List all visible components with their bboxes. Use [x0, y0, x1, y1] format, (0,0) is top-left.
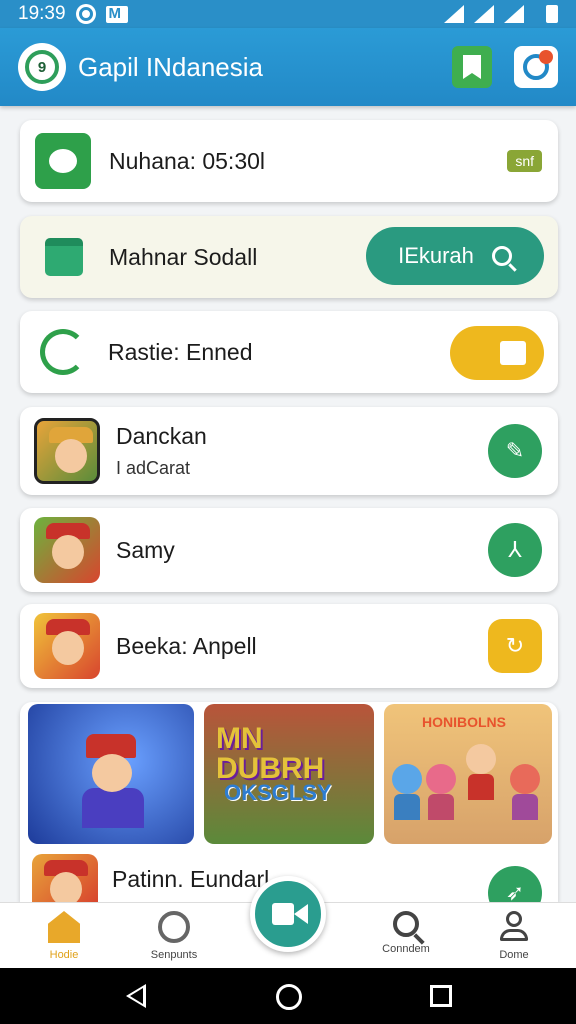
- refresh-icon: ↻: [505, 633, 525, 658]
- list-item-subtitle: I adCarat: [116, 458, 191, 478]
- notification-icon: [75, 4, 96, 24]
- person-icon: [498, 911, 530, 943]
- refresh-button[interactable]: [514, 46, 558, 88]
- ball-icon: [158, 911, 190, 943]
- featured-gallery: MN DUBRH OKSGLSY HONIBOLNS Patinn. Eunda…: [20, 702, 558, 920]
- notification-badge: [539, 50, 553, 64]
- search-button-label: IEkurah: [398, 243, 474, 268]
- back-icon[interactable]: [126, 984, 146, 1008]
- list-item-title: Samy: [116, 536, 175, 563]
- refresh-action-button[interactable]: ↻: [488, 619, 542, 673]
- system-navigation-bar: [0, 968, 576, 1024]
- list-item[interactable]: Samy ⅄: [20, 508, 558, 592]
- gallery-subtitle: OKSGLSY: [224, 780, 332, 805]
- home-circle-icon[interactable]: [276, 984, 302, 1010]
- app-bar: 9 Gapil INdanesia: [0, 28, 576, 106]
- list-item-title: Danckan: [116, 423, 207, 449]
- card-schedule[interactable]: Nuhana: 05:30l snf: [20, 120, 558, 202]
- edit-button[interactable]: ✎: [488, 424, 542, 478]
- game-thumbnail: [34, 613, 100, 679]
- video-call-button[interactable]: [250, 876, 326, 952]
- gallery-title-line1: MN: [216, 722, 263, 755]
- video-camera-icon: [272, 903, 308, 925]
- home-icon: [48, 911, 80, 943]
- bag-icon: [500, 341, 526, 365]
- gallery-image-title[interactable]: MN DUBRH OKSGLSY: [204, 704, 374, 844]
- list-item[interactable]: Beeka: Anpell ↻: [20, 604, 558, 688]
- game-thumbnail: [34, 517, 100, 583]
- edit-icon: ✎: [505, 438, 525, 463]
- calendar-icon: [45, 238, 83, 276]
- wifi-icon: [444, 5, 464, 23]
- app-logo[interactable]: 9: [18, 43, 66, 91]
- mail-icon: [105, 5, 128, 23]
- toggle-button[interactable]: [450, 326, 544, 380]
- nav-sports-label: Senpunts: [150, 949, 198, 961]
- gallery-image-hero[interactable]: [28, 704, 194, 844]
- nav-profile-label: Dome: [499, 949, 529, 961]
- battery-icon: [546, 5, 558, 23]
- search-button[interactable]: IEkurah: [366, 227, 544, 285]
- action-button[interactable]: ⅄: [488, 523, 542, 577]
- bookmark-icon: [463, 55, 481, 79]
- nav-search-label: Conndem: [382, 943, 430, 955]
- nav-profile[interactable]: Dome: [464, 911, 564, 961]
- bookmark-button[interactable]: [452, 46, 492, 88]
- card-label: Nuhana: 05:30l: [109, 147, 266, 174]
- game-thumbnail: [34, 418, 100, 484]
- gallery-header: HONIBOLNS: [422, 714, 506, 730]
- share-icon: ⅄: [508, 537, 522, 562]
- game-thumbnail: [32, 854, 98, 902]
- card-label: Rastie: Enned: [108, 338, 253, 365]
- nav-home-label: Hodie: [49, 949, 79, 961]
- app-title: Gapil INdanesia: [78, 51, 263, 82]
- search-icon: [491, 246, 512, 266]
- search-icon: [393, 911, 419, 937]
- list-item-title: Patinn. Eundarl: [112, 866, 270, 892]
- card-label: Mahnar Sodall: [109, 243, 258, 270]
- recent-apps-icon[interactable]: [430, 985, 452, 1007]
- nav-sports[interactable]: Senpunts: [124, 911, 224, 961]
- nav-home[interactable]: Hodie: [14, 911, 114, 961]
- signal-2-icon: [504, 5, 524, 23]
- signal-icon: [474, 5, 494, 23]
- gallery-image-characters[interactable]: HONIBOLNS: [384, 704, 552, 844]
- swirl-icon: [40, 329, 86, 375]
- game-controller-icon: [35, 133, 91, 189]
- card-toggle: Rastie: Enned: [20, 311, 558, 393]
- refresh-icon: [523, 50, 553, 80]
- list-item[interactable]: Danckan I adCarat ✎: [20, 407, 558, 495]
- card-search: Mahnar Sodall IEkurah: [20, 216, 558, 298]
- status-bar: 19:39: [0, 0, 576, 28]
- status-time: 19:39: [18, 3, 66, 24]
- status-badge: snf: [507, 150, 542, 172]
- nav-search[interactable]: Conndem: [356, 911, 456, 955]
- logo-mark: 9: [25, 50, 59, 84]
- list-item-title: Beeka: Anpell: [116, 632, 257, 659]
